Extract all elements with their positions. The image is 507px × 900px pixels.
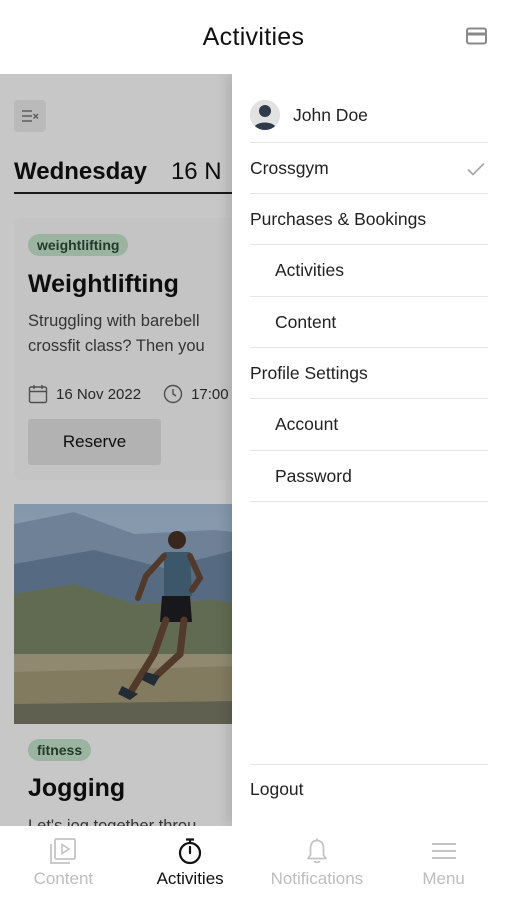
gym-selector[interactable]: Crossgym [250,143,488,194]
user-profile-row[interactable]: John Doe [250,88,488,143]
nav-label: Activities [156,869,224,888]
check-icon [467,162,485,176]
menu-item-label: Profile Settings [250,362,368,383]
nav-label: Menu [422,869,465,888]
user-name: John Doe [293,104,368,125]
nav-menu[interactable]: Menu [380,826,507,900]
menu-item-label: Content [275,311,337,332]
card-icon[interactable] [466,27,487,45]
stopwatch-icon [179,838,202,865]
menu-item-content[interactable]: Content [250,297,488,348]
logout-button[interactable]: Logout [250,764,488,800]
menu-item-account[interactable]: Account [250,399,488,451]
menu-item-label: Activities [275,260,345,280]
hamburger-icon [431,843,456,859]
play-icon [50,838,77,864]
nav-label: Notifications [270,869,364,888]
bell-icon [306,838,327,864]
menu-item-password[interactable]: Password [250,451,488,502]
avatar [250,100,280,130]
gym-name: Crossgym [250,157,329,178]
app-header: Activities [0,0,507,74]
user-icon [250,100,280,130]
bottom-nav: Content Activities Notifications Menu [0,826,507,900]
nav-content[interactable]: Content [0,826,127,900]
menu-item-label: Password [275,465,352,486]
side-drawer: John Doe Crossgym Purchases & Bookings A… [232,74,507,826]
menu-item-label: Account [275,414,339,434]
page-title: Activities [202,22,305,51]
menu-item-profile-settings[interactable]: Profile Settings [250,348,488,399]
nav-activities[interactable]: Activities [127,826,254,900]
nav-notifications[interactable]: Notifications [254,826,381,900]
menu-item-purchases-bookings[interactable]: Purchases & Bookings [250,194,488,245]
nav-label: Content [33,869,94,888]
menu-item-activities[interactable]: Activities [250,245,488,297]
menu-item-label: Purchases & Bookings [250,208,427,229]
